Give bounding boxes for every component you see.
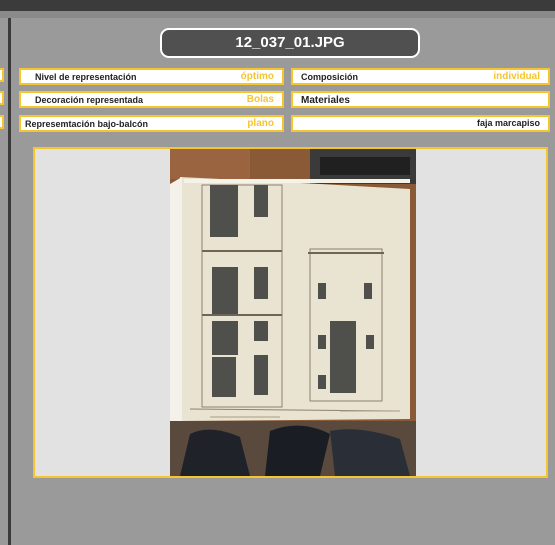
nivel-field: Nivel de representación óptimo	[19, 68, 284, 85]
left-field-edge	[0, 91, 4, 105]
image-title: 12_037_01.JPG	[160, 28, 420, 58]
bajo-balcon-field: Represemtación bajo-balcón plano	[19, 115, 284, 132]
decoracion-value: Bolas	[246, 94, 274, 105]
left-divider	[8, 18, 11, 545]
composicion-label: Composición	[301, 72, 359, 82]
bajo-balcon-label: Represemtación bajo-balcón	[25, 119, 149, 129]
top-bar	[0, 0, 555, 11]
photo-panel	[33, 147, 548, 478]
decoracion-field: Decoración representada Bolas	[19, 91, 284, 108]
materiales-value-field: faja marcapiso	[291, 115, 550, 132]
bajo-balcon-value: plano	[247, 118, 274, 129]
top-separator	[0, 11, 555, 18]
composicion-field: Composición individual	[291, 68, 550, 85]
nivel-value: óptimo	[240, 71, 274, 82]
nivel-label: Nivel de representación	[35, 72, 137, 82]
decoracion-label: Decoración representada	[35, 95, 144, 105]
architectural-drawing-photo[interactable]	[170, 149, 416, 476]
materiales-label: Materiales	[301, 95, 350, 106]
materiales-field: Materiales	[291, 91, 550, 108]
materiales-value: faja marcapiso	[476, 118, 540, 128]
left-field-edge	[0, 68, 4, 82]
composicion-value: individual	[493, 71, 540, 82]
left-field-edge	[0, 115, 4, 129]
